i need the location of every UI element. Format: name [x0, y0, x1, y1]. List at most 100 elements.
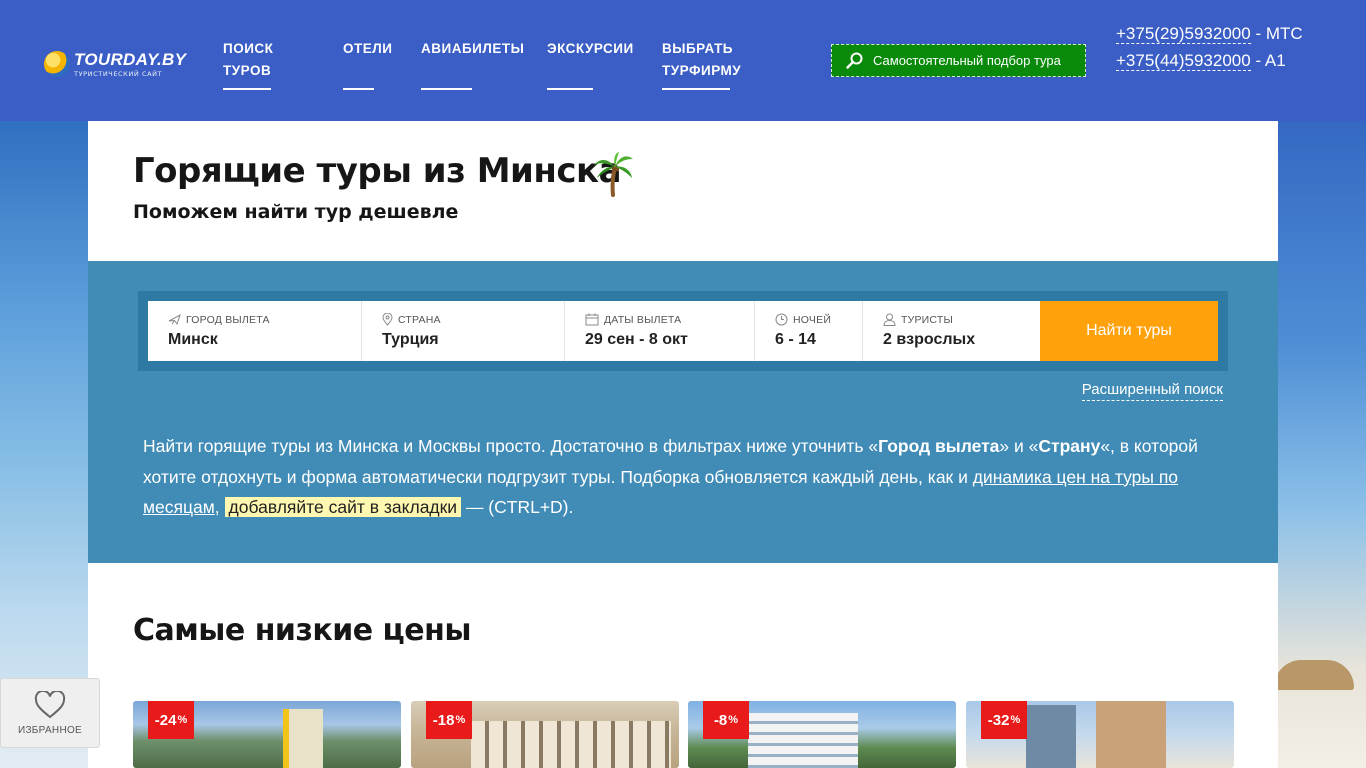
site-logo[interactable]: TOURDAY.BY ТУРИСТИЧЕСКИЙ САЙТ [44, 44, 189, 84]
nav-item-hotels[interactable]: ОТЕЛИ [343, 38, 393, 90]
field-label: СТРАНА [382, 313, 564, 326]
tour-card[interactable]: -32% [966, 701, 1234, 768]
logo-name: TOURDAY.BY [74, 49, 187, 69]
nav-item-choose-agency[interactable]: ВЫБРАТЬ ТУРФИРМУ [662, 38, 742, 90]
discount-badge: -32% [981, 701, 1027, 739]
tour-search-form: ГОРОД ВЫЛЕТА Минск СТРАНА Турция ДАТЫ ВЫ… [138, 291, 1228, 371]
heart-icon [34, 690, 66, 718]
field-label-text: ДАТЫ ВЫЛЕТА [604, 313, 682, 326]
clock-icon [775, 313, 788, 326]
hotel-photo [283, 709, 323, 768]
self-select-tour-button[interactable]: Самостоятельный подбор тура [831, 44, 1086, 77]
discount-value: -18 [432, 711, 455, 729]
discount-value: -32 [987, 711, 1010, 729]
nights-field[interactable]: НОЧЕЙ 6 - 14 [755, 301, 863, 361]
section-title: Самые низкие цены [133, 613, 472, 648]
discount-unit: % [455, 714, 466, 726]
field-label: ДАТЫ ВЫЛЕТА [585, 313, 754, 326]
nav-underline [662, 88, 730, 90]
favorites-button[interactable]: ИЗБРАННОЕ [0, 678, 100, 748]
nav-underline [223, 88, 271, 90]
intro-text-part: Найти горящие туры из Минска и Москвы пр… [143, 436, 879, 456]
bookmark-highlight: добавляйте сайт в закладки [224, 497, 462, 517]
nav-label: ПОИСК [223, 41, 274, 56]
palm-tree-icon [594, 152, 633, 197]
discount-badge: -8% [703, 701, 749, 739]
phone-operator: - МТС [1250, 24, 1303, 43]
country-field[interactable]: СТРАНА Турция [362, 301, 565, 361]
field-label: ТУРИСТЫ [883, 313, 1040, 326]
intro-bold-country: Страну [1038, 436, 1101, 456]
nav-item-flights[interactable]: АВИАБИЛЕТЫ [421, 38, 525, 90]
title-card: Горящие туры из Минска Поможем найти тур… [88, 121, 1278, 261]
nav-label: ЭКСКУРСИИ [547, 41, 634, 56]
field-label: НОЧЕЙ [775, 313, 862, 326]
field-label-text: ГОРОД ВЫЛЕТА [186, 313, 270, 326]
contact-phones: +375(29)5932000 - МТС +375(44)5932000 - … [1116, 20, 1346, 74]
tour-card[interactable]: -8% [688, 701, 956, 768]
departure-dates-field[interactable]: ДАТЫ ВЫЛЕТА 29 сен - 8 окт [565, 301, 755, 361]
field-label-text: ТУРИСТЫ [901, 313, 953, 326]
phone-link-mts[interactable]: +375(29)5932000 [1116, 24, 1251, 44]
discount-badge: -18% [426, 701, 472, 739]
field-label: ГОРОД ВЫЛЕТА [168, 313, 361, 326]
discount-unit: % [177, 714, 188, 726]
discount-badge: -24% [148, 701, 194, 739]
nav-label: ОТЕЛИ [343, 41, 393, 56]
field-label-text: СТРАНА [398, 313, 441, 326]
discount-value: -24 [154, 711, 177, 729]
page-subtitle: Поможем найти тур дешевле [133, 201, 459, 223]
nav-item-tour-search[interactable]: ПОИСК ТУРОВ [223, 38, 274, 90]
search-icon [846, 52, 863, 69]
lowest-prices-section: Самые низкие цены -24% -18% -8% -32% [88, 563, 1278, 768]
departure-dates-value: 29 сен - 8 окт [585, 331, 688, 348]
nav-underline [547, 88, 593, 90]
country-value: Турция [382, 331, 439, 348]
site-header: TOURDAY.BY ТУРИСТИЧЕСКИЙ САЙТ ПОИСК ТУРО… [0, 0, 1366, 121]
discount-unit: % [1010, 714, 1021, 726]
field-label-text: НОЧЕЙ [793, 313, 832, 326]
search-fields: ГОРОД ВЫЛЕТА Минск СТРАНА Турция ДАТЫ ВЫ… [148, 301, 1040, 361]
nav-label: ВЫБРАТЬ [662, 41, 734, 56]
beach-umbrella-decoration [1274, 660, 1354, 690]
hotel-photo [748, 713, 858, 768]
page-title: Горящие туры из Минска [133, 151, 622, 191]
nav-item-excursions[interactable]: ЭКСКУРСИИ [547, 38, 634, 90]
intro-text-part: » и « [999, 436, 1039, 456]
phone-a1: +375(44)5932000 - A1 [1116, 47, 1346, 74]
logo-subtitle: ТУРИСТИЧЕСКИЙ САЙТ [74, 69, 163, 78]
tourists-value: 2 взрослых [883, 331, 976, 348]
tour-card[interactable]: -18% [411, 701, 679, 768]
search-section: ГОРОД ВЫЛЕТА Минск СТРАНА Турция ДАТЫ ВЫ… [88, 261, 1278, 563]
plane-icon [168, 313, 181, 326]
phone-mts: +375(29)5932000 - МТС [1116, 20, 1346, 47]
hotel-photo [1026, 705, 1076, 768]
calendar-icon [585, 313, 599, 326]
discount-unit: % [728, 714, 739, 726]
discount-value: -8 [713, 711, 728, 729]
intro-bold-departure: Город вылета [878, 436, 1000, 456]
logo-globe-icon [44, 51, 70, 77]
nav-label: АВИАБИЛЕТЫ [421, 41, 525, 56]
nav-underline [343, 88, 374, 90]
find-tours-button[interactable]: Найти туры [1040, 301, 1218, 361]
tour-card[interactable]: -24% [133, 701, 401, 768]
hotel-photo [1096, 701, 1166, 768]
favorites-label: ИЗБРАННОЕ [17, 724, 83, 736]
phone-link-a1[interactable]: +375(44)5932000 [1116, 51, 1251, 71]
intro-text-part: , [214, 497, 225, 517]
background-scenery-left [0, 120, 90, 768]
person-icon [883, 313, 896, 326]
self-select-label: Самостоятельный подбор тура [873, 53, 1061, 68]
tourists-field[interactable]: ТУРИСТЫ 2 взрослых [863, 301, 1040, 361]
nights-value: 6 - 14 [775, 331, 816, 348]
location-pin-icon [382, 313, 393, 326]
advanced-search-link[interactable]: Расширенный поиск [1081, 380, 1223, 401]
intro-text: Найти горящие туры из Минска и Москвы пр… [143, 431, 1233, 523]
hotel-photo [471, 721, 671, 768]
nav-underline [421, 88, 472, 90]
nav-label: ТУРФИРМУ [662, 63, 742, 78]
intro-text-part: — (CTRL+D). [461, 497, 574, 517]
phone-operator: - A1 [1250, 51, 1286, 70]
departure-city-field[interactable]: ГОРОД ВЫЛЕТА Минск [148, 301, 362, 361]
